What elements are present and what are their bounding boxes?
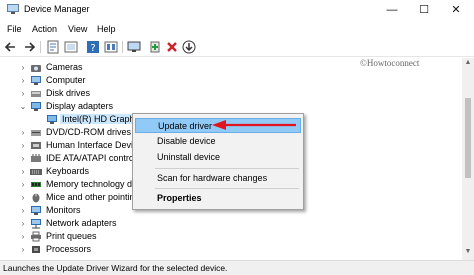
uninstall-icon[interactable]: [165, 40, 179, 54]
menu-item-properties[interactable]: Properties: [135, 191, 301, 206]
tree-item-label: DVD/CD-ROM drives: [46, 127, 132, 137]
vertical-scrollbar[interactable]: ▲ ▼: [462, 58, 474, 260]
collapse-chevron-icon[interactable]: ⌄: [18, 100, 28, 113]
close-button[interactable]: ✕: [440, 0, 472, 20]
display-icon: [31, 102, 41, 111]
display-icon: [47, 115, 57, 124]
menu-item-uninstall-device[interactable]: Uninstall device: [135, 150, 301, 165]
tree-item-label: Monitors: [46, 205, 81, 215]
help-icon[interactable]: ?: [86, 40, 100, 54]
menu-file[interactable]: File: [7, 24, 22, 34]
expand-chevron-icon[interactable]: ›: [18, 152, 28, 165]
toolbar-divider: [122, 41, 123, 53]
menu-item-label: Disable device: [157, 136, 216, 146]
tree-item-label: Keyboards: [46, 166, 90, 176]
menu-action[interactable]: Action: [32, 24, 57, 34]
scan-hardware-icon[interactable]: [127, 40, 141, 54]
menu-separator: [155, 168, 299, 169]
expand-chevron-icon[interactable]: ›: [18, 243, 28, 256]
title-bar: Device Manager — ☐ ✕: [0, 0, 474, 20]
monitor-icon: [31, 206, 41, 215]
scrollbar-thumb[interactable]: [465, 98, 471, 178]
printer-icon: [31, 231, 41, 242]
device-view-icon[interactable]: [64, 40, 78, 54]
properties-sheet-icon[interactable]: [46, 40, 60, 54]
expand-chevron-icon[interactable]: ›: [18, 204, 28, 217]
dvd-icon: [31, 130, 41, 136]
ide-icon: [31, 154, 41, 162]
hid-icon: [31, 142, 41, 149]
expand-chevron-icon[interactable]: ›: [18, 87, 28, 100]
svg-text:?: ?: [90, 43, 95, 54]
menu-bar: File Action View Help: [0, 20, 474, 37]
expand-chevron-icon[interactable]: ›: [18, 191, 28, 204]
expand-chevron-icon[interactable]: ›: [18, 230, 28, 243]
toolbar: ?: [0, 38, 474, 57]
expand-chevron-icon[interactable]: ›: [18, 178, 28, 191]
scroll-down-arrow-icon[interactable]: ▼: [462, 248, 474, 255]
menu-item-label: Uninstall device: [157, 152, 221, 162]
tree-item-label: Cameras: [46, 62, 83, 72]
window-title: Device Manager: [24, 4, 90, 14]
expand-chevron-icon[interactable]: ›: [18, 139, 28, 152]
forward-arrow-icon[interactable]: [22, 40, 36, 54]
menu-separator: [155, 188, 299, 189]
resources-icon[interactable]: [104, 40, 118, 54]
expand-chevron-icon[interactable]: ›: [18, 61, 28, 74]
tree-item-label: Display adapters: [46, 101, 114, 111]
menu-item-label: Update driver: [158, 121, 213, 131]
memory-icon: [31, 182, 41, 187]
download-driver-icon[interactable]: [182, 40, 196, 54]
menu-item-disable-device[interactable]: Disable device: [135, 134, 301, 149]
tree-item-label: Processors: [46, 244, 92, 254]
tree-item-label: Network adapters: [46, 218, 117, 228]
back-arrow-icon[interactable]: [4, 40, 18, 54]
scroll-up-arrow-icon[interactable]: ▲: [462, 59, 474, 66]
camera-icon: [31, 65, 41, 72]
disk-icon: [31, 91, 41, 97]
maximize-button[interactable]: ☐: [408, 0, 440, 20]
tree-item-label: Print queues: [46, 231, 97, 241]
menu-item-label: Properties: [157, 193, 202, 203]
processor-icon: [32, 246, 40, 253]
tree-item-label: Computer: [46, 75, 86, 85]
expand-chevron-icon[interactable]: ›: [18, 165, 28, 178]
minimize-button[interactable]: —: [376, 0, 408, 20]
expand-chevron-icon[interactable]: ›: [18, 126, 28, 139]
keyboard-icon: [30, 169, 42, 175]
device-manager-icon: [7, 4, 19, 14]
menu-view[interactable]: View: [68, 24, 87, 34]
expand-chevron-icon[interactable]: ›: [18, 217, 28, 230]
annotation-arrow-icon: [212, 120, 296, 130]
expand-chevron-icon[interactable]: ›: [18, 74, 28, 87]
menu-item-scan-hardware[interactable]: Scan for hardware changes: [135, 171, 301, 186]
computer-icon: [31, 76, 41, 85]
update-driver-icon[interactable]: [148, 40, 162, 54]
status-text: Launches the Update Driver Wizard for th…: [3, 263, 228, 273]
tree-item-label: Disk drives: [46, 88, 91, 98]
status-bar: Launches the Update Driver Wizard for th…: [0, 260, 474, 275]
toolbar-divider: [40, 41, 41, 53]
mouse-icon: [32, 193, 40, 203]
network-icon: [31, 219, 41, 229]
menu-help[interactable]: Help: [97, 24, 116, 34]
menu-item-label: Scan for hardware changes: [157, 173, 268, 183]
